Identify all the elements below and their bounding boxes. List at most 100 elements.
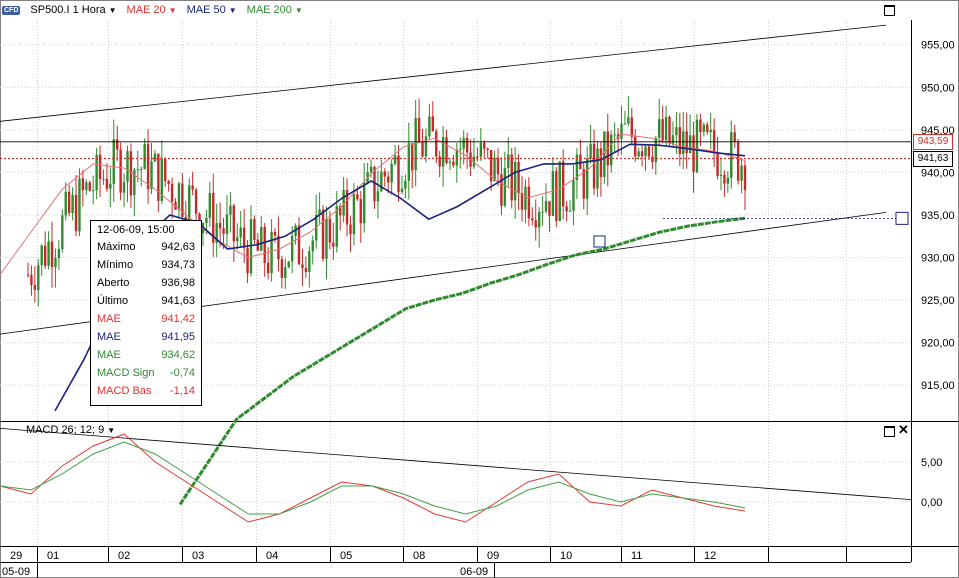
y-tick-label: 915,00 [921,380,955,392]
info-label: MACD Sign [97,367,155,379]
candle-body [527,186,531,219]
trend-line [0,24,887,122]
x-tick-label: 02 [118,550,130,562]
event-marker-icon [593,235,606,248]
candle-body [736,141,740,181]
candle-body [321,209,325,259]
candle-body [435,131,438,157]
current-price-tag: 941,63 [913,151,953,167]
candle-body [531,218,534,221]
candle-body [225,214,229,234]
indicator-ma200[interactable]: MAE 200 ▼ [247,4,303,16]
candle-body [170,183,174,202]
macd-label: MACD 26; 12; 9 [26,424,105,436]
info-value: -1,14 [169,385,195,397]
candle-body [592,143,596,189]
candle-body [582,169,585,199]
candle-body [685,131,688,154]
candle-body [126,151,129,182]
candle-body [61,215,64,250]
maximize-macd-panel-icon[interactable] [884,426,895,437]
candle-body [260,226,263,251]
x-tick-label: 12 [704,550,716,562]
info-label: Máximo [97,241,136,253]
candle-body [363,182,366,224]
candle-body [115,139,119,150]
candle-body [610,134,613,166]
candle-body [695,119,699,173]
candle-body [50,241,54,268]
candle-body [57,249,61,259]
candle-body [709,129,712,133]
candle-body [431,116,435,132]
x-tick-label: 10 [560,550,572,562]
candle-body [644,146,647,157]
info-label: MAE [97,331,121,343]
candle-body [421,141,424,157]
info-label: Aberto [97,277,130,289]
candle-body [33,284,37,290]
candle-body [513,161,517,201]
y-tick-label: 950,00 [921,82,955,94]
candle-body [146,144,150,190]
candle-body [627,117,630,124]
close-macd-panel-icon[interactable]: ✕ [898,423,909,436]
candle-body [678,127,682,154]
candle-body [54,258,57,268]
candle-body [476,156,479,158]
candle-body [266,262,270,274]
indicator-ma50[interactable]: MAE 50 ▼ [187,4,237,16]
candle-body [424,136,428,157]
x-group-label: 05-09 [2,566,30,578]
indicator-ma20[interactable]: MAE 20 ▼ [127,4,177,16]
candle-body [119,149,122,193]
candle-body [603,131,606,178]
info-label: Mínimo [97,259,134,271]
candle-body [702,124,706,132]
data-window: 12-06-09, 15:00 Máximo 942,63 Mínimo 934,7… [90,220,202,406]
candle-body [510,154,513,201]
candle-body [719,174,723,176]
candle-body [150,161,153,190]
candle-body [164,158,167,182]
candle-body [102,178,105,180]
candle-body [304,268,308,272]
candle-body [599,148,603,178]
chevron-down-icon: ▼ [108,5,117,15]
candle-body [284,267,287,279]
x-tick-label: 08 [413,550,425,562]
candle-body [455,149,459,166]
y-tick-label: 920,00 [921,338,955,350]
candle-body [555,171,558,221]
candle-body [191,185,194,190]
x-tick-label: 09 [487,550,499,562]
candle-body [91,190,95,192]
symbol-label: SP500.I 1 Hora [30,4,106,16]
alert-marker-icon [895,211,909,225]
candle-body [205,217,208,223]
candle-body [548,201,551,216]
candle-body [493,157,496,182]
candle-body [43,245,47,266]
candle-body [517,161,520,194]
candle-body [376,191,380,202]
candle-body [229,205,232,215]
candle-body [311,240,314,252]
candle-body [270,231,273,274]
candle-body [287,261,290,268]
info-value: 941,63 [161,295,195,307]
maximize-price-panel-icon[interactable] [884,5,895,16]
candle-body [568,210,572,212]
candle-body [67,191,71,214]
symbol-selector[interactable]: SP500.I 1 Hora ▼ [30,4,116,16]
candle-body [88,182,91,191]
chevron-down-icon: ▼ [168,5,177,15]
candle-body [479,142,483,157]
candle-body [105,178,109,189]
info-row-ma20: MAE 941,42 [91,310,201,328]
candle-body [661,119,664,141]
candle-body [733,132,736,142]
candle-body [537,212,541,228]
candle-body [349,224,352,235]
macd-indicator-selector[interactable]: MACD 26; 12; 9 ▼ [26,424,115,436]
